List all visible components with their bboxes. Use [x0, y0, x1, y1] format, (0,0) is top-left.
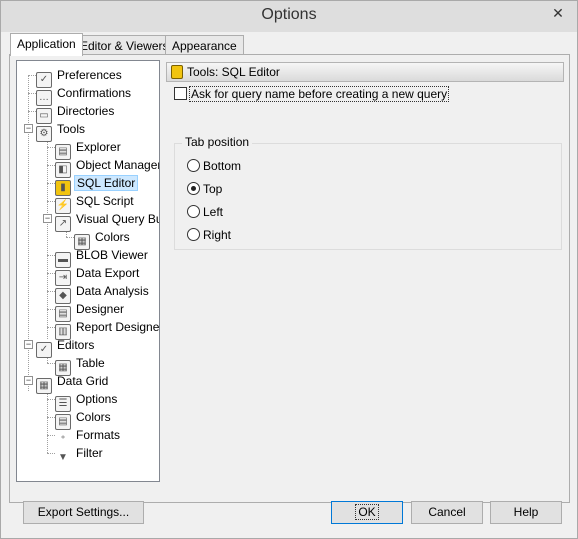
cancel-button[interactable]: Cancel	[411, 501, 483, 524]
data-grid-expander[interactable]: −	[24, 376, 33, 385]
tree-item-table[interactable]: ▦ Table	[55, 354, 107, 376]
ok-button[interactable]: OK	[331, 501, 403, 524]
radio-bottom[interactable]: Bottom	[187, 159, 241, 173]
tab-position-group-title: Tab position	[182, 135, 253, 149]
visual-query-builder-icon: ↗	[55, 216, 71, 232]
tab-pane-application: − − − − ✓ Preferences … Confirmations ▭ Dir…	[9, 54, 570, 503]
tools-expander[interactable]: −	[24, 124, 33, 133]
panel-header-title: Tools: SQL Editor	[187, 65, 280, 79]
help-button[interactable]: Help	[490, 501, 562, 524]
options-tree[interactable]: − − − − ✓ Preferences … Confirmations ▭ Dir…	[16, 60, 160, 482]
tree-item-grid-colors[interactable]: ▤ Colors	[55, 408, 113, 430]
editors-icon: ✓	[36, 342, 52, 358]
tree-item-grid-options[interactable]: ☰ Options	[55, 390, 119, 412]
radio-left[interactable]: Left	[187, 205, 223, 219]
tree-item-formats[interactable]: ⁺ Formats	[55, 426, 122, 445]
radio-bottom-button[interactable]	[187, 159, 200, 172]
tools-icon: ⚙	[36, 126, 52, 142]
ask-query-name-label[interactable]: Ask for query name before creating a new…	[189, 86, 450, 102]
tree-item-designer[interactable]: ▤ Designer	[55, 300, 126, 322]
tree-item-blob-viewer[interactable]: ▬ BLOB Viewer	[55, 246, 150, 268]
filter-icon: ▼	[58, 452, 68, 463]
visual-query-expander[interactable]: −	[43, 214, 52, 223]
radio-top[interactable]: Top	[187, 182, 222, 196]
close-icon[interactable]: ✕	[545, 4, 571, 22]
tree-item-data-export[interactable]: ⇥ Data Export	[55, 264, 141, 286]
tree-item-sql-editor[interactable]: ▮ SQL Editor	[55, 174, 139, 196]
tree-item-object-manager[interactable]: ◧ Object Manager	[55, 156, 159, 178]
tree-item-preferences[interactable]: ✓ Preferences	[36, 66, 124, 88]
tree-item-filter[interactable]: ▼ Filter	[55, 444, 105, 463]
panel-header: Tools: SQL Editor	[166, 62, 564, 82]
window-title: Options	[261, 6, 317, 23]
radio-right[interactable]: Right	[187, 228, 231, 242]
export-settings-button[interactable]: Export Settings...	[23, 501, 144, 524]
options-dialog: Options ✕ Application Editor & Viewers A…	[0, 0, 578, 539]
tree-item-sql-script[interactable]: ⚡ SQL Script	[55, 192, 136, 214]
radio-right-button[interactable]	[187, 228, 200, 241]
data-grid-icon: ▦	[36, 378, 52, 394]
tab-editor-viewers[interactable]: Editor & Viewers	[73, 35, 176, 55]
editors-expander[interactable]: −	[24, 340, 33, 349]
tree-item-data-analysis[interactable]: ◆ Data Analysis	[55, 282, 151, 304]
radio-top-button[interactable]	[187, 182, 200, 195]
ask-query-name-checkbox[interactable]	[174, 87, 187, 100]
tree-item-vqb-colors[interactable]: ▦ Colors	[74, 228, 132, 250]
tree-item-directories[interactable]: ▭ Directories	[36, 102, 116, 124]
tree-item-confirmations[interactable]: … Confirmations	[36, 84, 133, 106]
tree-item-tools[interactable]: ⚙ Tools	[36, 120, 87, 142]
tab-application[interactable]: Application	[10, 33, 83, 56]
title-bar: Options ✕	[1, 1, 577, 32]
dialog-body: Application Editor & Viewers Appearance	[1, 32, 577, 538]
radio-left-button[interactable]	[187, 205, 200, 218]
tree-item-report-designer[interactable]: ▥ Report Designer	[55, 318, 159, 340]
tree-item-visual-query-builder[interactable]: ↗ Visual Query Buil	[55, 210, 159, 232]
ask-query-name-checkbox-row[interactable]: Ask for query name before creating a new…	[174, 86, 450, 102]
tree-item-data-grid[interactable]: ▦ Data Grid	[36, 372, 110, 394]
sql-editor-header-icon	[171, 65, 183, 79]
tree-item-editors[interactable]: ✓ Editors	[36, 336, 96, 358]
tab-appearance[interactable]: Appearance	[165, 35, 244, 55]
tree-item-explorer[interactable]: ▤ Explorer	[55, 138, 123, 160]
